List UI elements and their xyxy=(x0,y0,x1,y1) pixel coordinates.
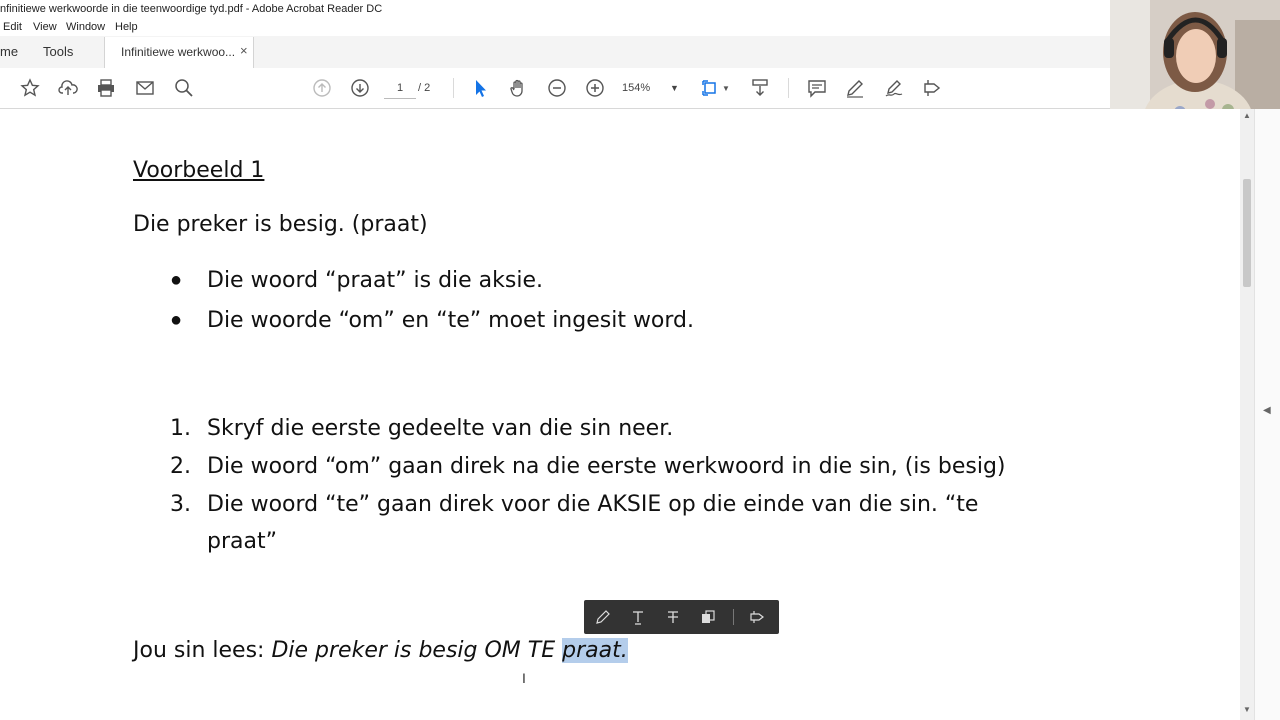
tab-document[interactable]: Infinitiewe werkwoo... × xyxy=(104,37,254,68)
zoom-select[interactable]: 154% ▼ xyxy=(622,78,682,98)
bullet-marker: ● xyxy=(170,269,183,291)
step-number: 2. xyxy=(170,454,191,479)
selected-text[interactable]: praat. xyxy=(562,638,628,663)
chevron-down-icon: ▼ xyxy=(670,83,679,93)
right-panel-collapsed: ◀ xyxy=(1254,109,1280,720)
select-pointer-icon[interactable] xyxy=(468,76,492,100)
step-number: 3. xyxy=(170,492,191,517)
bullet-marker: ● xyxy=(170,309,183,331)
popup-divider xyxy=(733,609,734,625)
example-sentence: Die preker is besig. (praat) xyxy=(133,212,428,237)
text-cursor-icon: I xyxy=(522,670,526,686)
document-heading: Voorbeeld 1 xyxy=(133,158,265,183)
bullet-item: Die woord “praat” is die aksie. xyxy=(207,268,543,293)
sign-icon[interactable] xyxy=(882,76,906,100)
print-icon[interactable] xyxy=(94,76,118,100)
text-selection-toolbar xyxy=(584,600,779,634)
zoom-in-icon[interactable] xyxy=(583,76,607,100)
webcam-overlay xyxy=(1110,0,1280,110)
zoom-value: 154% xyxy=(622,82,651,94)
answer-italic: Die preker is besig OM TE xyxy=(271,638,563,663)
highlight-pen-icon[interactable] xyxy=(593,607,613,627)
search-icon[interactable] xyxy=(172,76,196,100)
toolbar: 1 / 2 154% ▼ ▼ xyxy=(0,68,1110,109)
strikethrough-text-icon[interactable] xyxy=(663,607,683,627)
step-text-continued: praat” xyxy=(207,529,277,554)
tab-home[interactable]: me xyxy=(0,44,18,59)
menu-bar: Edit View Window Help xyxy=(0,19,1110,36)
page-total: / 2 xyxy=(418,82,431,94)
bullet-item: Die woorde “om” en “te” moet ingesit wor… xyxy=(207,308,695,333)
menu-help[interactable]: Help xyxy=(115,21,138,33)
window-title-bar: nfinitiewe werkwoorde in die teenwoordig… xyxy=(0,0,1110,19)
hand-icon[interactable] xyxy=(506,76,530,100)
underline-text-icon[interactable] xyxy=(628,607,648,627)
step-text: Die woord “om” gaan direk na die eerste … xyxy=(207,454,1006,479)
scroll-up-icon[interactable]: ▲ xyxy=(1243,111,1251,120)
step-text: Skryf die eerste gedeelte van die sin ne… xyxy=(207,416,674,441)
menu-view[interactable]: View xyxy=(33,21,57,33)
share-icon[interactable] xyxy=(747,607,767,627)
vertical-scrollbar[interactable]: ▲ ▼ xyxy=(1240,109,1254,720)
tab-bar: me Tools Infinitiewe werkwoo... × xyxy=(0,36,1110,69)
cloud-upload-icon[interactable] xyxy=(56,76,80,100)
expand-panel-icon[interactable]: ◀ xyxy=(1263,405,1271,416)
comment-icon[interactable] xyxy=(805,76,829,100)
zoom-out-icon[interactable] xyxy=(545,76,569,100)
tab-tools[interactable]: Tools xyxy=(43,44,73,59)
page-number-input[interactable]: 1 xyxy=(384,78,416,99)
step-text: Die woord “te” gaan direk voor die AKSIE… xyxy=(207,492,979,517)
mail-icon[interactable] xyxy=(133,76,157,100)
window-title: nfinitiewe werkwoorde in die teenwoordig… xyxy=(0,3,383,15)
star-icon[interactable] xyxy=(18,76,42,100)
copy-icon[interactable] xyxy=(698,607,718,627)
scroll-mode-icon[interactable] xyxy=(748,76,772,100)
toolbar-divider xyxy=(453,78,454,98)
close-tab-icon[interactable]: × xyxy=(240,43,248,58)
toolbar-divider xyxy=(788,78,789,98)
menu-window[interactable]: Window xyxy=(66,21,105,33)
step-number: 1. xyxy=(170,416,191,441)
tab-document-label: Infinitiewe werkwoo... xyxy=(121,45,236,59)
chevron-down-icon[interactable]: ▼ xyxy=(720,76,732,100)
pen-icon[interactable] xyxy=(843,76,867,100)
answer-label: Jou sin lees: xyxy=(133,638,272,663)
arrow-down-circle-icon[interactable] xyxy=(348,76,372,100)
arrow-up-circle-icon[interactable] xyxy=(310,76,334,100)
scrollbar-thumb[interactable] xyxy=(1243,179,1251,287)
share-icon[interactable] xyxy=(920,76,944,100)
answer-sentence: Jou sin lees: Die preker is besig OM TE … xyxy=(133,638,628,663)
menu-edit[interactable]: Edit xyxy=(3,21,22,33)
scroll-down-icon[interactable]: ▼ xyxy=(1243,705,1251,714)
